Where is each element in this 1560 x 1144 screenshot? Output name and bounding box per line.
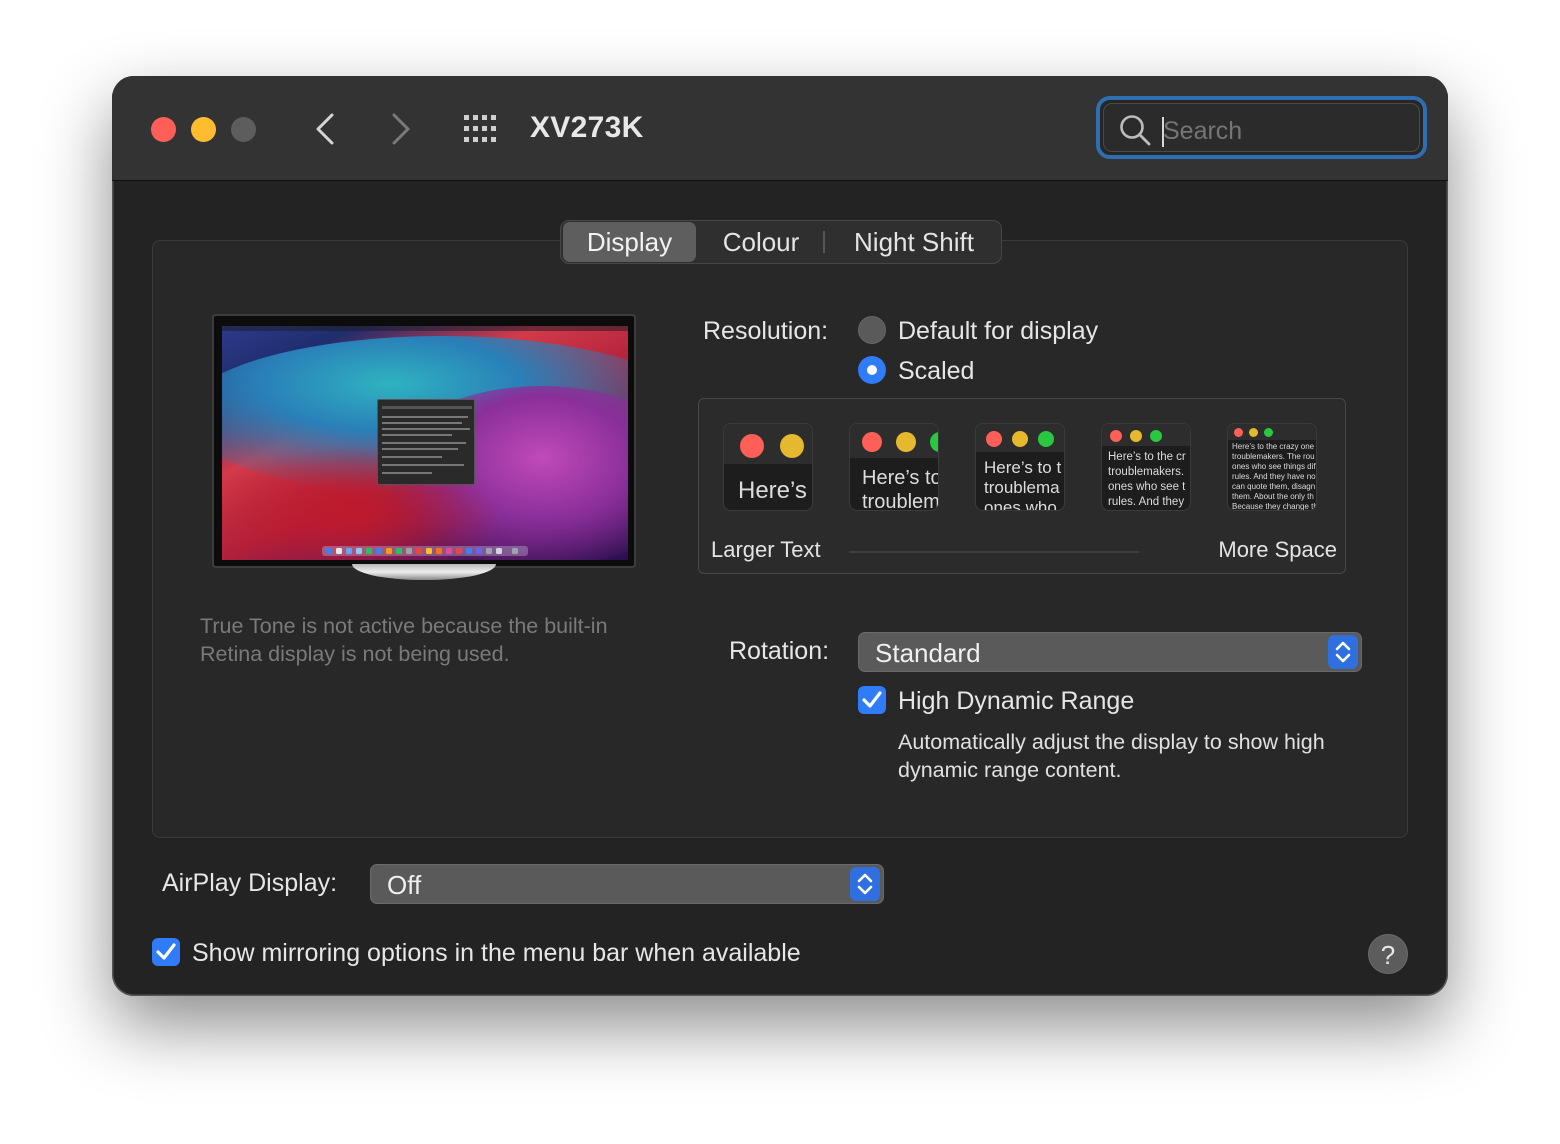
- traffic-light-yellow: [1012, 431, 1028, 447]
- show-all-button[interactable]: [462, 113, 502, 145]
- scale-option-text: Here’s: [738, 477, 807, 504]
- scaled-label[interactable]: Scaled: [898, 354, 974, 388]
- scale-option-5[interactable]: Here’s to the crazy one troublemakers. T…: [1227, 423, 1317, 511]
- window-title: XV273K: [530, 111, 644, 144]
- scale-option-1[interactable]: Here’s: [723, 423, 813, 511]
- scale-slider-track: [849, 551, 1139, 553]
- radio-scaled[interactable]: [858, 356, 886, 384]
- scale-option-text: Here’s to the cr troublemakers. ones who…: [1108, 451, 1186, 508]
- hdr-label[interactable]: High Dynamic Range: [898, 684, 1134, 718]
- tab-night-shift[interactable]: Night Shift: [829, 222, 999, 262]
- rotation-value: Standard: [875, 638, 981, 668]
- search-field[interactable]: [1096, 96, 1427, 159]
- tab-display[interactable]: Display: [563, 222, 696, 262]
- minimize-button[interactable]: [191, 117, 216, 142]
- traffic-light-red: [986, 431, 1002, 447]
- traffic-light-yellow: [1249, 428, 1258, 437]
- traffic-light-yellow: [896, 432, 916, 452]
- popup-stepper: [1328, 635, 1358, 669]
- close-button[interactable]: [151, 117, 176, 142]
- search-icon: [1120, 115, 1151, 146]
- tab-bar: Display Colour Night Shift: [560, 220, 1002, 264]
- scale-option-2[interactable]: Here’s to troublem: [849, 423, 939, 511]
- radio-default-for-display[interactable]: [858, 316, 886, 344]
- hdr-description: Automatically adjust the display to show…: [898, 730, 1325, 782]
- help-button[interactable]: ?: [1368, 934, 1408, 974]
- chevron-right-icon: [392, 113, 410, 145]
- popup-stepper: [850, 867, 880, 901]
- rotation-label: Rotation:: [729, 637, 830, 665]
- traffic-light-green: [1150, 430, 1162, 442]
- zoom-button[interactable]: [231, 117, 256, 142]
- rotation-popup[interactable]: Standard: [858, 632, 1362, 672]
- scale-option-text: Here’s to t troublema ones who: [984, 458, 1062, 511]
- larger-text-label: Larger Text: [711, 537, 821, 562]
- more-space-label: More Space: [1218, 537, 1337, 562]
- traffic-light-red: [740, 434, 764, 458]
- chevron-up-down-icon: [857, 873, 873, 895]
- chevron-up-down-icon: [1335, 641, 1351, 663]
- forward-button[interactable]: [380, 109, 420, 149]
- airplay-label: AirPlay Display:: [162, 869, 338, 897]
- title-bar: XV273K: [112, 76, 1448, 181]
- resolution-label: Resolution:: [703, 317, 829, 345]
- scale-option-text: Here’s to the crazy one troublemakers. T…: [1232, 442, 1316, 511]
- monitor-bezel: [212, 314, 636, 568]
- scale-option-4[interactable]: Here’s to the cr troublemakers. ones who…: [1101, 423, 1191, 511]
- hdr-checkbox[interactable]: [858, 686, 886, 714]
- traffic-light-red: [862, 432, 882, 452]
- back-button[interactable]: [306, 109, 346, 149]
- display-preview-image: [212, 314, 638, 584]
- mirroring-checkbox[interactable]: [152, 938, 180, 966]
- grid-icon: [464, 115, 496, 142]
- wallpaper: [222, 326, 628, 560]
- checkmark-icon: [156, 943, 176, 960]
- traffic-light-green: [1264, 428, 1273, 437]
- scale-option-3[interactable]: Here’s to t troublema ones who: [975, 423, 1065, 511]
- tab-separator: [823, 231, 825, 253]
- mirroring-label[interactable]: Show mirroring options in the menu bar w…: [192, 936, 801, 970]
- preview-document-window: [377, 399, 475, 485]
- monitor-stand: [352, 564, 496, 580]
- true-tone-note: True Tone is not active because the buil…: [200, 614, 608, 666]
- airplay-popup[interactable]: Off: [370, 864, 884, 904]
- airplay-value: Off: [387, 870, 422, 900]
- checkmark-icon: [862, 691, 882, 708]
- scaled-resolution-picker: Here’s Here’s to troublem Here’s to t tr…: [698, 398, 1346, 574]
- traffic-light-yellow: [1130, 430, 1142, 442]
- traffic-light-green: [1038, 431, 1054, 447]
- traffic-light-yellow: [780, 434, 804, 458]
- traffic-light-red: [1234, 428, 1243, 437]
- search-input[interactable]: [1163, 114, 1403, 148]
- preview-dock: [322, 546, 528, 556]
- system-preferences-window: XV273K Display Colour Night Shift: [112, 76, 1448, 996]
- default-for-display-label[interactable]: Default for display: [898, 314, 1098, 348]
- traffic-light-red: [1110, 430, 1122, 442]
- tab-colour[interactable]: Colour: [701, 222, 821, 262]
- scale-option-text: Here’s to troublem: [862, 467, 939, 511]
- chevron-left-icon: [316, 113, 334, 145]
